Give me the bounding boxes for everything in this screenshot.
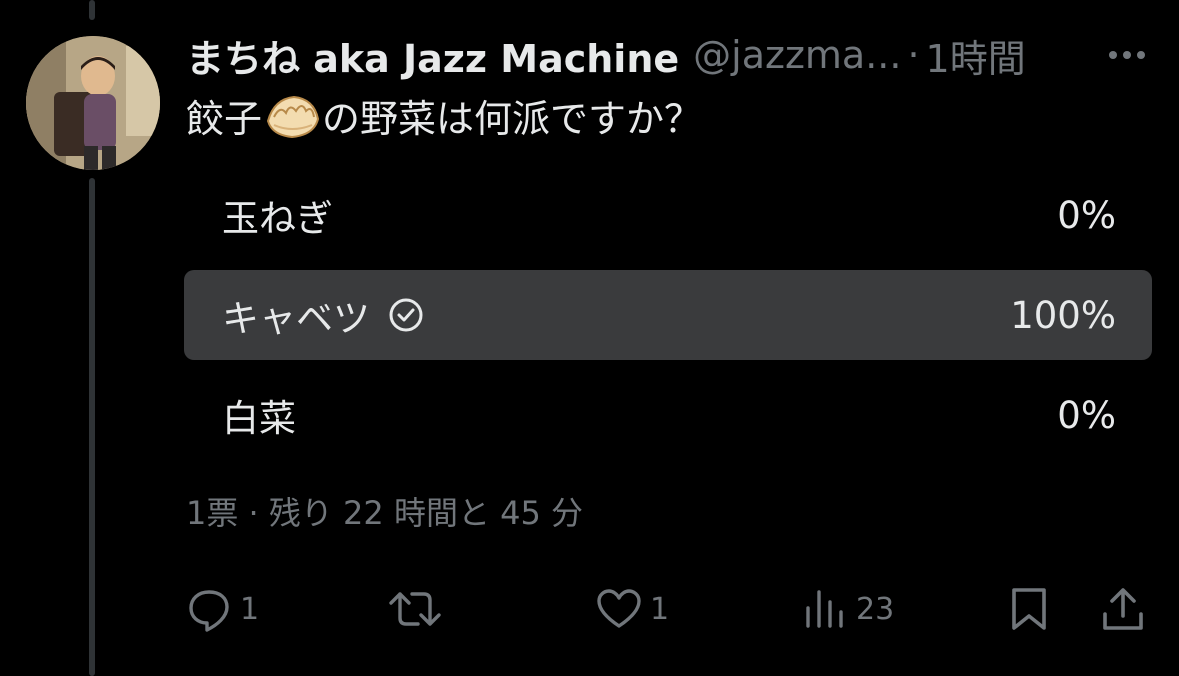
header-separator: ·: [907, 33, 920, 77]
like-button[interactable]: 1: [596, 586, 669, 632]
views-button[interactable]: 23: [802, 586, 894, 632]
poll-meta: 1票 · 残り 22 時間と 45 分: [186, 494, 584, 532]
poll-option-label: 白菜: [222, 397, 296, 440]
poll-option-percent: 100%: [1010, 293, 1116, 337]
bookmark-icon: [1012, 588, 1046, 630]
tweet-header: まちね aka Jazz Machine @jazzma... · 1時間: [186, 28, 1026, 83]
poll-option-percent: 0%: [1057, 193, 1116, 237]
poll-option-hakusai: 白菜 0%: [184, 370, 1152, 460]
tweet-text: 餃子 の野菜は何派ですか？: [186, 88, 702, 143]
display-name[interactable]: まちね aka Jazz Machine: [186, 28, 679, 83]
user-handle[interactable]: @jazzma...: [693, 33, 901, 77]
tweet-text-end: の野菜は何派ですか？: [322, 97, 703, 141]
retweet-button[interactable]: [388, 586, 450, 632]
avatar[interactable]: [26, 36, 160, 170]
poll-option-label-wrap: キャベツ: [222, 288, 424, 342]
tweet-text-start: 餃子: [186, 97, 263, 141]
poll: 玉ねぎ 0% キャベツ 100% 白菜 0%: [184, 170, 1152, 470]
like-count: 1: [650, 591, 670, 627]
views-count: 23: [856, 591, 895, 627]
share-icon: [1103, 588, 1143, 630]
reply-button[interactable]: 1: [186, 586, 259, 632]
views-chart-icon: [806, 590, 843, 628]
more-options-icon[interactable]: [1105, 40, 1149, 70]
timestamp[interactable]: 1時間: [926, 28, 1026, 83]
heart-icon: [597, 589, 641, 628]
retweet-icon: [389, 592, 441, 626]
poll-option-tamanegi: 玉ねぎ 0%: [184, 170, 1152, 260]
action-bar: 1 1 23: [0, 578, 1179, 642]
poll-option-label: 玉ねぎ: [222, 197, 333, 240]
share-button[interactable]: [1100, 586, 1146, 632]
reply-count: 1: [240, 591, 260, 627]
reply-icon: [189, 590, 229, 632]
check-circle-icon: [389, 298, 423, 332]
poll-option-percent: 0%: [1057, 393, 1116, 437]
avatar-image: [26, 36, 160, 170]
bookmark-button[interactable]: [1006, 586, 1052, 632]
dumpling-icon: [266, 95, 320, 138]
poll-option-cabbage: キャベツ 100%: [184, 270, 1152, 360]
poll-option-label: キャベツ: [222, 297, 370, 340]
thread-line-top: [89, 0, 95, 20]
